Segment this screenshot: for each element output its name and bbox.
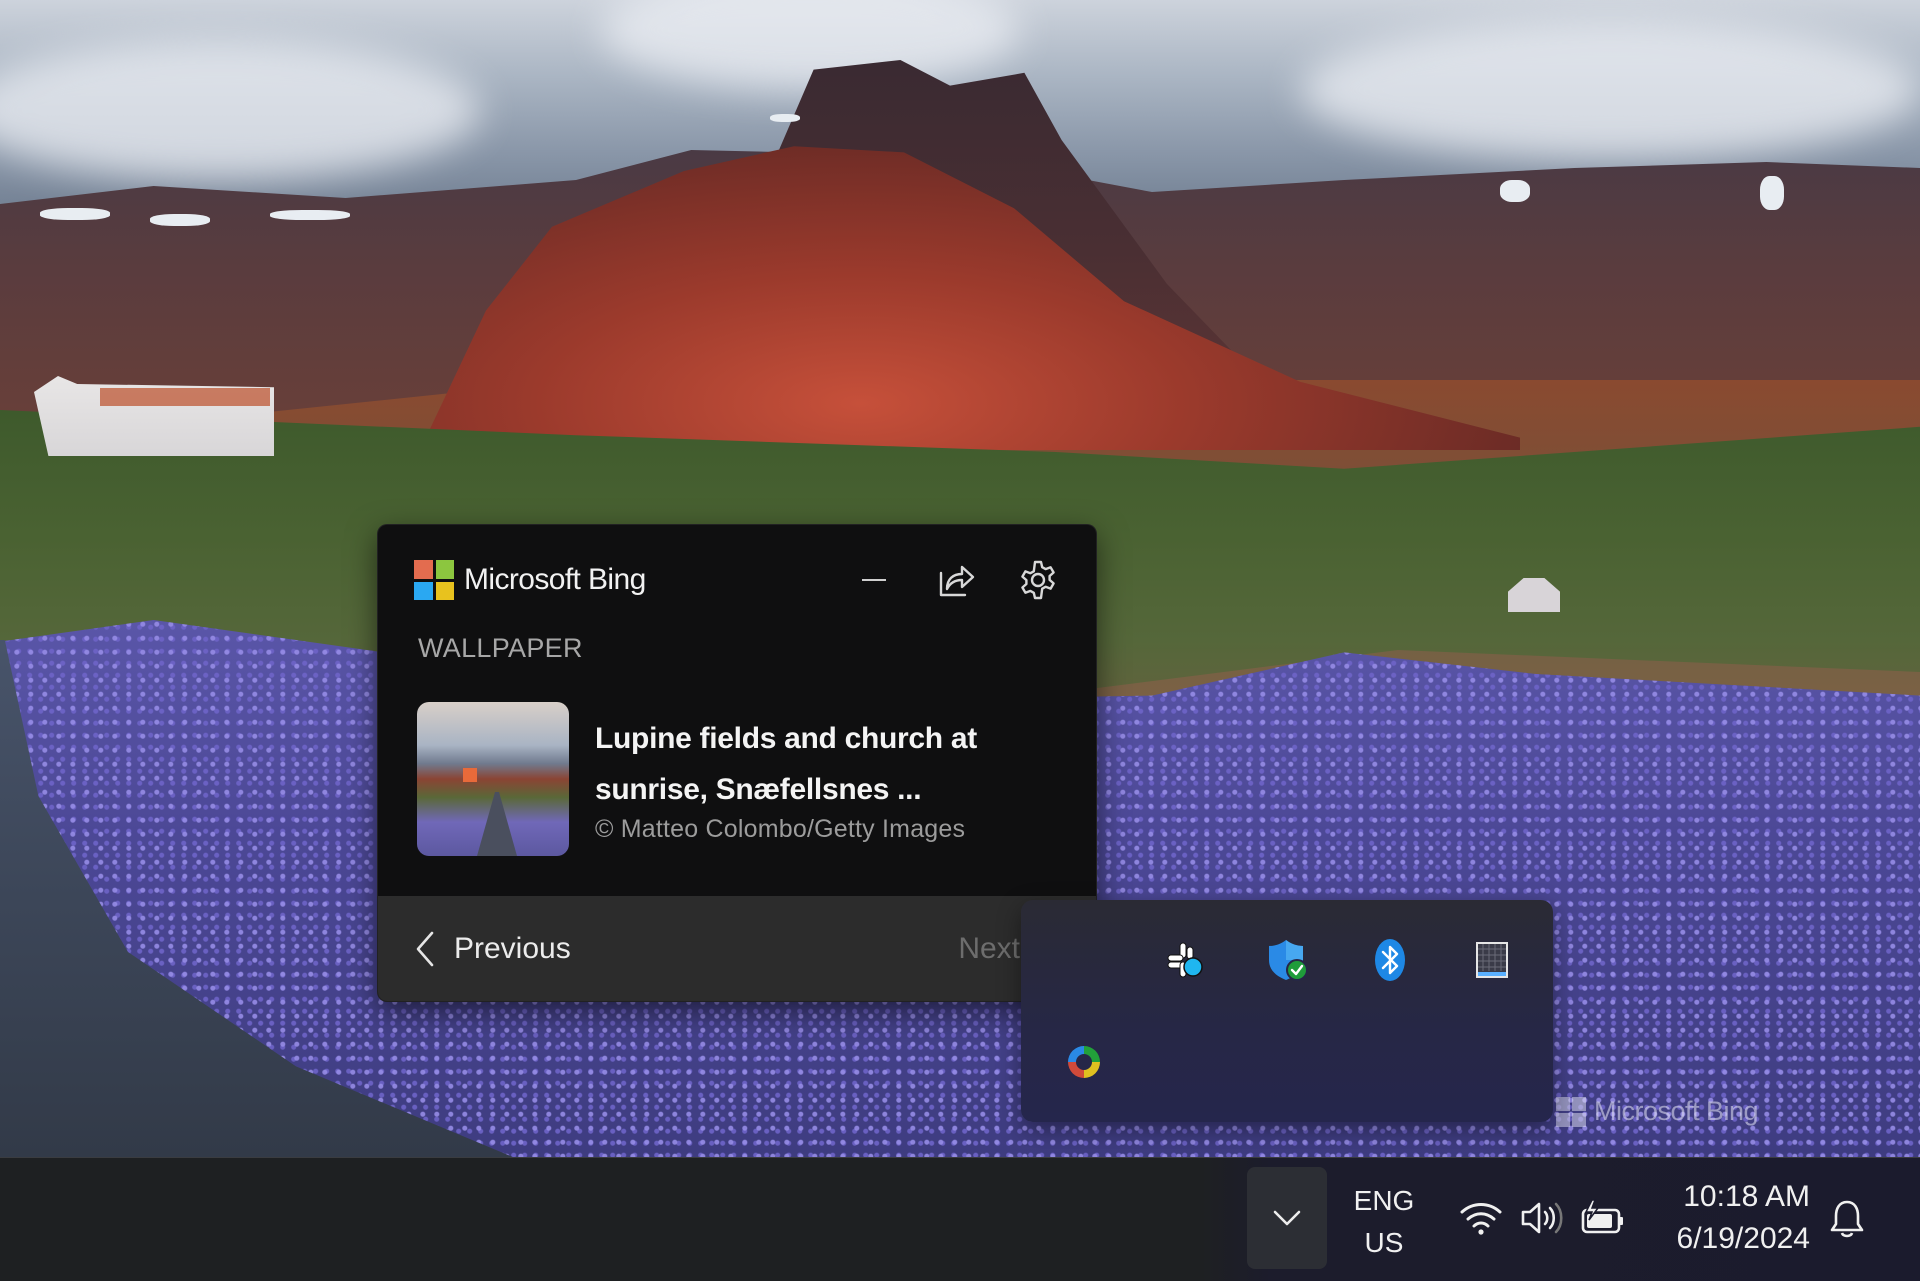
wallpaper-snow (770, 114, 800, 122)
network-button[interactable] (1457, 1196, 1505, 1240)
tray-screen-capture-button[interactable] (1062, 1040, 1106, 1084)
thumbnail-road (477, 792, 517, 856)
watermark-text: Microsoft Bing (1594, 1096, 1759, 1126)
screen-capture-icon (1068, 1046, 1100, 1078)
clock-button[interactable]: 10:18 AM 6/19/2024 (1640, 1176, 1810, 1260)
clock-time: 10:18 AM (1683, 1180, 1810, 1213)
chevron-down-icon (1273, 1210, 1301, 1226)
wallpaper-snow (1500, 180, 1530, 202)
logo-square-blue (414, 581, 433, 600)
minimize-icon (862, 579, 886, 581)
taskbar (0, 1157, 1920, 1281)
wallpaper-snow (270, 210, 350, 220)
volume-button[interactable] (1518, 1196, 1566, 1240)
next-label: Next (958, 931, 1020, 965)
notifications-button[interactable] (1824, 1196, 1870, 1242)
language-code: ENG (1353, 1185, 1415, 1216)
wallpaper-snow (150, 214, 210, 226)
language-region: US (1364, 1227, 1404, 1258)
wallpaper-credit: © Matteo Colombo/Getty Images (595, 815, 966, 843)
share-button[interactable] (934, 558, 978, 602)
tray-slack-button[interactable] (1163, 938, 1207, 982)
volume-icon (1521, 1202, 1563, 1234)
display-icon (1476, 942, 1508, 978)
popup-footer: Previous Next (378, 896, 1096, 1001)
wallpaper-snow (1760, 176, 1784, 210)
show-hidden-icons-button[interactable] (1247, 1167, 1327, 1269)
wallpaper-title-link[interactable]: Lupine fields and church at sunrise, Snæ… (595, 713, 1055, 815)
bluetooth-icon (1375, 939, 1405, 981)
popup-header: Microsoft Bing (414, 559, 1060, 601)
settings-button[interactable] (1016, 558, 1060, 602)
tray-windows-security-button[interactable] (1266, 938, 1310, 982)
microsoft-logo-icon (1556, 1096, 1586, 1127)
bing-watermark: Microsoft Bing (1556, 1096, 1759, 1127)
tray-overflow-flyout (1021, 900, 1553, 1122)
wallpaper-church-roof (100, 388, 270, 406)
bing-wallpaper-popup: Microsoft Bing WALLPAPER Lupine fields a… (377, 524, 1097, 1002)
wallpaper-cloud (1300, 20, 1920, 160)
microsoft-logo-icon (414, 560, 454, 600)
tray-display-button[interactable] (1470, 938, 1514, 982)
logo-square-green (435, 560, 454, 579)
brand-name: Microsoft Bing (464, 563, 646, 596)
slack-icon (1167, 942, 1203, 978)
wifi-icon (1460, 1203, 1502, 1235)
header-actions (852, 558, 1060, 602)
windows-security-icon (1269, 940, 1308, 981)
previous-button[interactable]: Previous (414, 930, 571, 968)
input-language-button[interactable]: ENG US (1348, 1180, 1420, 1264)
logo-square-red (414, 560, 433, 579)
battery-charging-icon (1581, 1199, 1623, 1234)
clock-date: 6/19/2024 (1676, 1222, 1810, 1255)
tray-bluetooth-button[interactable] (1368, 938, 1412, 982)
thumbnail-church (463, 768, 477, 782)
gear-icon (1021, 560, 1055, 600)
section-label: WALLPAPER (418, 633, 583, 663)
minimize-button[interactable] (852, 558, 896, 602)
chevron-left-icon (416, 931, 434, 966)
bell-icon (1830, 1200, 1864, 1238)
wallpaper-thumbnail[interactable] (417, 702, 569, 856)
logo-square-yellow (435, 581, 454, 600)
wallpaper-snow (40, 208, 110, 220)
share-icon (939, 565, 975, 597)
previous-label: Previous (454, 931, 571, 965)
battery-button[interactable] (1580, 1196, 1628, 1240)
